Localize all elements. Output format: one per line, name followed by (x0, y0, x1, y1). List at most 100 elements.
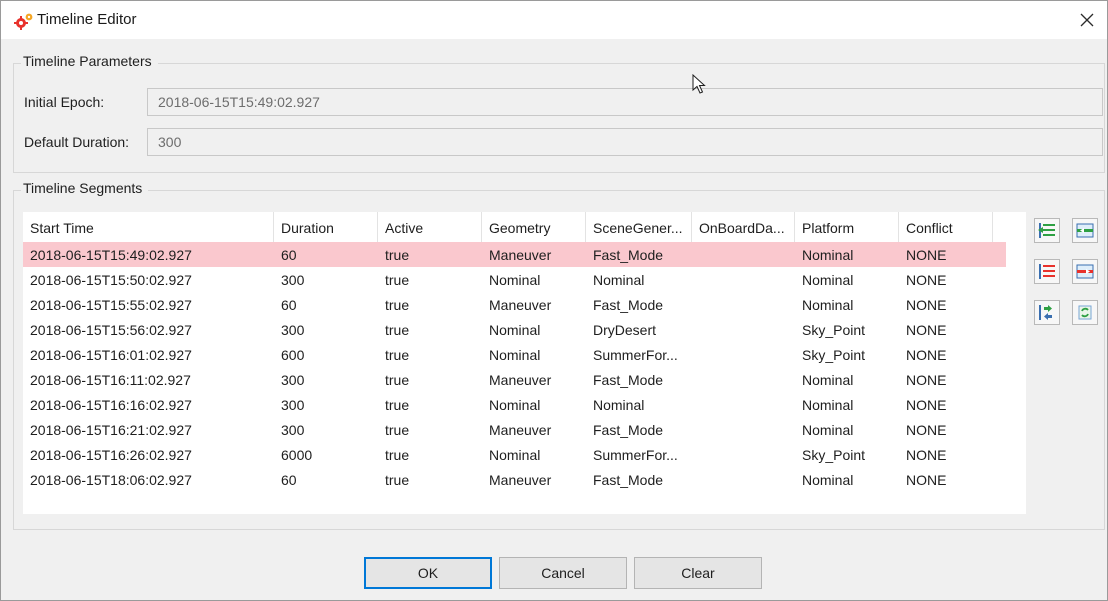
cell-scene-generator[interactable]: Nominal (586, 267, 692, 292)
cell-conflict[interactable]: NONE (899, 417, 993, 442)
cell-onboard-data[interactable] (692, 292, 795, 317)
table-row[interactable]: 2018-06-15T15:55:02.927 60 true Maneuver Fas… (23, 292, 1006, 317)
cell-start-time[interactable]: 2018-06-15T16:11:02.927 (23, 367, 274, 392)
cell-geometry[interactable]: Nominal (482, 342, 586, 367)
cell-duration[interactable]: 300 (274, 367, 378, 392)
cell-start-time[interactable]: 2018-06-15T15:55:02.927 (23, 292, 274, 317)
cell-active[interactable]: true (378, 467, 482, 492)
cell-start-time[interactable]: 2018-06-15T16:21:02.927 (23, 417, 274, 442)
initial-epoch-field[interactable] (147, 88, 1103, 116)
cell-platform[interactable]: Nominal (795, 267, 899, 292)
cell-conflict[interactable]: NONE (899, 267, 993, 292)
cell-start-time[interactable]: 2018-06-15T15:50:02.927 (23, 267, 274, 292)
cell-active[interactable]: true (378, 392, 482, 417)
cell-duration[interactable]: 60 (274, 242, 378, 267)
column-header-active[interactable]: Active (378, 212, 482, 242)
cell-conflict[interactable]: NONE (899, 467, 993, 492)
cell-duration[interactable]: 60 (274, 292, 378, 317)
cell-onboard-data[interactable] (692, 367, 795, 392)
table-row[interactable]: 2018-06-15T18:06:02.927 60 true Maneuver Fas… (23, 467, 1006, 492)
remove-row-button[interactable] (1034, 259, 1060, 284)
cell-scene-generator[interactable]: Fast_Mode (586, 292, 692, 317)
cell-geometry[interactable]: Maneuver (482, 417, 586, 442)
cell-platform[interactable]: Nominal (795, 242, 899, 267)
cell-conflict[interactable]: NONE (899, 317, 993, 342)
cell-scene-generator[interactable]: DryDesert (586, 317, 692, 342)
table-row[interactable]: 2018-06-15T16:01:02.927 600 true Nominal Sum… (23, 342, 1006, 367)
table-row[interactable]: 2018-06-15T16:21:02.927 300 true Maneuver Fa… (23, 417, 1006, 442)
cell-conflict[interactable]: NONE (899, 442, 993, 467)
cell-active[interactable]: true (378, 417, 482, 442)
cell-platform[interactable]: Nominal (795, 367, 899, 392)
cell-geometry[interactable]: Nominal (482, 392, 586, 417)
cell-active[interactable]: true (378, 292, 482, 317)
cell-platform[interactable]: Nominal (795, 292, 899, 317)
cell-scene-generator[interactable]: Fast_Mode (586, 367, 692, 392)
cell-start-time[interactable]: 2018-06-15T16:16:02.927 (23, 392, 274, 417)
cell-platform[interactable]: Sky_Point (795, 317, 899, 342)
cell-platform[interactable]: Sky_Point (795, 442, 899, 467)
segments-table[interactable]: Start Time Duration Active Geometry Scen… (23, 212, 1026, 514)
column-header-geometry[interactable]: Geometry (482, 212, 586, 242)
cell-start-time[interactable]: 2018-06-15T15:56:02.927 (23, 317, 274, 342)
cell-start-time[interactable]: 2018-06-15T18:06:02.927 (23, 467, 274, 492)
cell-scene-generator[interactable]: Fast_Mode (586, 242, 692, 267)
cell-duration[interactable]: 300 (274, 317, 378, 342)
cell-active[interactable]: true (378, 367, 482, 392)
cancel-button[interactable]: Cancel (499, 557, 627, 589)
cell-geometry[interactable]: Maneuver (482, 292, 586, 317)
cell-duration[interactable]: 300 (274, 417, 378, 442)
cell-onboard-data[interactable] (692, 392, 795, 417)
column-header-scene-generator[interactable]: SceneGener... (586, 212, 692, 242)
column-header-conflict[interactable]: Conflict (899, 212, 993, 242)
cell-scene-generator[interactable]: SummerFor... (586, 342, 692, 367)
table-row[interactable]: 2018-06-15T16:16:02.927 300 true Nominal Nom… (23, 392, 1006, 417)
cell-geometry[interactable]: Maneuver (482, 467, 586, 492)
cell-start-time[interactable]: 2018-06-15T16:26:02.927 (23, 442, 274, 467)
cell-onboard-data[interactable] (692, 342, 795, 367)
cell-conflict[interactable]: NONE (899, 292, 993, 317)
cell-duration[interactable]: 300 (274, 267, 378, 292)
cell-onboard-data[interactable] (692, 242, 795, 267)
insert-row-above-button[interactable] (1034, 218, 1060, 243)
refresh-row-button[interactable] (1072, 300, 1098, 325)
move-row-button[interactable] (1034, 300, 1060, 325)
cell-conflict[interactable]: NONE (899, 367, 993, 392)
cell-geometry[interactable]: Nominal (482, 442, 586, 467)
table-row[interactable]: 2018-06-15T16:26:02.927 6000 true Nominal Su… (23, 442, 1006, 467)
cell-platform[interactable]: Nominal (795, 392, 899, 417)
cell-platform[interactable]: Nominal (795, 417, 899, 442)
cell-conflict[interactable]: NONE (899, 342, 993, 367)
column-header-start-time[interactable]: Start Time (23, 212, 274, 242)
column-header-platform[interactable]: Platform (795, 212, 899, 242)
cell-geometry[interactable]: Nominal (482, 267, 586, 292)
column-header-duration[interactable]: Duration (274, 212, 378, 242)
table-row[interactable]: 2018-06-15T16:11:02.927 300 true Maneuver Fa… (23, 367, 1006, 392)
cell-duration[interactable]: 300 (274, 392, 378, 417)
clear-button[interactable]: Clear (634, 557, 762, 589)
cell-onboard-data[interactable] (692, 467, 795, 492)
table-row[interactable]: 2018-06-15T15:49:02.927 60 true Maneuver Fas… (23, 242, 1006, 267)
cell-duration[interactable]: 6000 (274, 442, 378, 467)
cell-active[interactable]: true (378, 442, 482, 467)
cell-geometry[interactable]: Nominal (482, 317, 586, 342)
cell-scene-generator[interactable]: Nominal (586, 392, 692, 417)
cell-start-time[interactable]: 2018-06-15T16:01:02.927 (23, 342, 274, 367)
cell-scene-generator[interactable]: Fast_Mode (586, 417, 692, 442)
cell-onboard-data[interactable] (692, 317, 795, 342)
table-row[interactable]: 2018-06-15T15:56:02.927 300 true Nominal Dry… (23, 317, 1006, 342)
cell-scene-generator[interactable]: Fast_Mode (586, 467, 692, 492)
close-button[interactable] (1067, 1, 1107, 39)
default-duration-field[interactable] (147, 128, 1103, 156)
column-header-onboard-data[interactable]: OnBoardDa... (692, 212, 795, 242)
cell-active[interactable]: true (378, 317, 482, 342)
cell-duration[interactable]: 600 (274, 342, 378, 367)
cell-active[interactable]: true (378, 267, 482, 292)
cell-conflict[interactable]: NONE (899, 242, 993, 267)
ok-button[interactable]: OK (364, 557, 492, 589)
cell-onboard-data[interactable] (692, 417, 795, 442)
cell-conflict[interactable]: NONE (899, 392, 993, 417)
delete-row-button[interactable] (1072, 259, 1098, 284)
cell-platform[interactable]: Sky_Point (795, 342, 899, 367)
cell-geometry[interactable]: Maneuver (482, 367, 586, 392)
